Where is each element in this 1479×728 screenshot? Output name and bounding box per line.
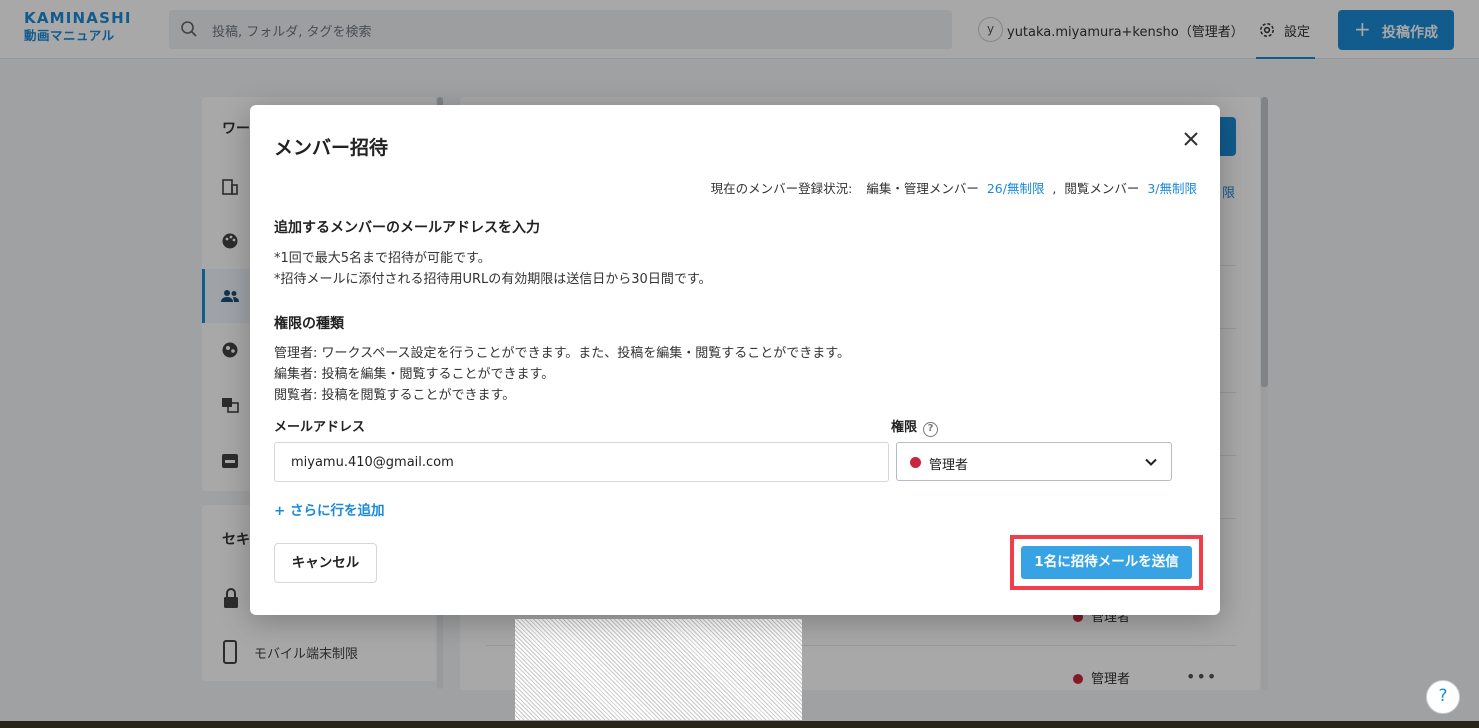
email-field-label: メールアドレス bbox=[274, 420, 366, 435]
add-row-link[interactable]: + さらに行を追加 bbox=[274, 499, 385, 519]
modal-title: メンバー招待 bbox=[274, 137, 389, 159]
redacted-area bbox=[515, 619, 802, 720]
role-select-value: 管理者 bbox=[929, 458, 969, 473]
invite-note-limit: *1回で最大5名まで招待が可能です。 bbox=[274, 251, 491, 266]
invite-member-modal: メンバー招待 現在のメンバー登録状況: 編集・管理メンバー 26/無制限 , 閲覧… bbox=[250, 105, 1220, 615]
role-section-heading: 権限の種類 bbox=[274, 316, 344, 332]
role-editor-description: 編集者: 投稿を編集・閲覧することができます。 bbox=[274, 367, 555, 382]
cancel-button[interactable]: キャンセル bbox=[274, 543, 377, 583]
viewer-members-count[interactable]: 3/無制限 bbox=[1147, 181, 1197, 196]
role-viewer-description: 閲覧者: 投稿を閲覧することができます。 bbox=[274, 388, 516, 403]
editor-members-label: 編集・管理メンバー bbox=[866, 181, 979, 196]
role-select[interactable]: 管理者 bbox=[896, 442, 1172, 481]
member-status: 現在のメンバー登録状況: 編集・管理メンバー 26/無制限 , 閲覧メンバー 3/… bbox=[711, 178, 1197, 197]
status-separator: , bbox=[1052, 181, 1057, 196]
viewer-members-label: 閲覧メンバー bbox=[1064, 181, 1140, 196]
role-field-label: 権限 bbox=[891, 420, 918, 435]
role-admin-description: 管理者: ワークスペース設定を行うことができます。また、投稿を編集・閲覧すること… bbox=[274, 346, 850, 361]
send-invite-button[interactable]: 1名に招待メールを送信 bbox=[1021, 546, 1192, 579]
chevron-down-icon bbox=[1145, 458, 1157, 466]
email-section-heading: 追加するメンバーのメールアドレスを入力 bbox=[274, 220, 540, 236]
role-dot-icon bbox=[910, 457, 921, 468]
invite-note-expiry: *招待メールに添付される招待用URLの有効期限は送信日から30日間です。 bbox=[274, 272, 712, 287]
role-field-label-wrap: 権限? bbox=[891, 416, 939, 437]
close-icon[interactable] bbox=[1180, 128, 1202, 150]
status-label: 現在のメンバー登録状況: bbox=[710, 181, 853, 196]
window-bottom-strip bbox=[0, 721, 1479, 728]
question-icon[interactable]: ? bbox=[923, 422, 939, 437]
editor-members-count[interactable]: 26/無制限 bbox=[987, 181, 1045, 196]
email-field[interactable] bbox=[274, 442, 889, 482]
help-button[interactable]: ? bbox=[1426, 680, 1460, 714]
